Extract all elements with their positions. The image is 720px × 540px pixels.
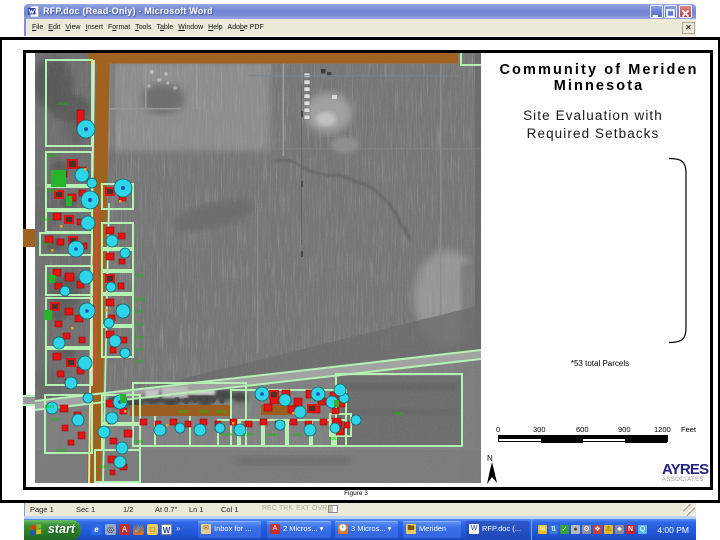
- svg-text:1603: 1603: [135, 297, 146, 302]
- svg-text:1636: 1636: [47, 274, 58, 279]
- svg-text:1171: 1171: [135, 347, 145, 352]
- svg-text:1648: 1648: [47, 153, 58, 158]
- svg-text:6051: 6051: [216, 409, 227, 414]
- svg-text:1306: 1306: [56, 448, 67, 453]
- svg-text:6087: 6087: [268, 432, 279, 437]
- svg-text:6036: 6036: [58, 101, 69, 106]
- svg-text:1607: 1607: [135, 309, 146, 314]
- svg-text:6079: 6079: [243, 432, 254, 437]
- svg-text:6061: 6061: [329, 436, 340, 441]
- svg-text:6001: 6001: [394, 411, 405, 416]
- svg-text:6069: 6069: [222, 432, 233, 437]
- svg-text:6045: 6045: [178, 409, 189, 414]
- svg-text:1640: 1640: [44, 404, 55, 409]
- svg-text:6097: 6097: [293, 432, 304, 437]
- svg-text:1319: 1319: [98, 464, 109, 469]
- svg-text:1173: 1173: [135, 359, 145, 364]
- svg-text:1644: 1644: [47, 188, 58, 193]
- svg-text:1150: 1150: [42, 241, 52, 246]
- svg-text:1137: 1137: [135, 322, 145, 327]
- svg-text:1270: 1270: [50, 417, 61, 422]
- svg-text:N: N: [487, 454, 493, 463]
- svg-text:1138: 1138: [135, 335, 145, 340]
- svg-text:1641: 1641: [135, 273, 146, 278]
- svg-text:1388: 1388: [133, 439, 144, 444]
- svg-text:6049: 6049: [199, 409, 210, 414]
- svg-text:1040: 1040: [41, 217, 52, 222]
